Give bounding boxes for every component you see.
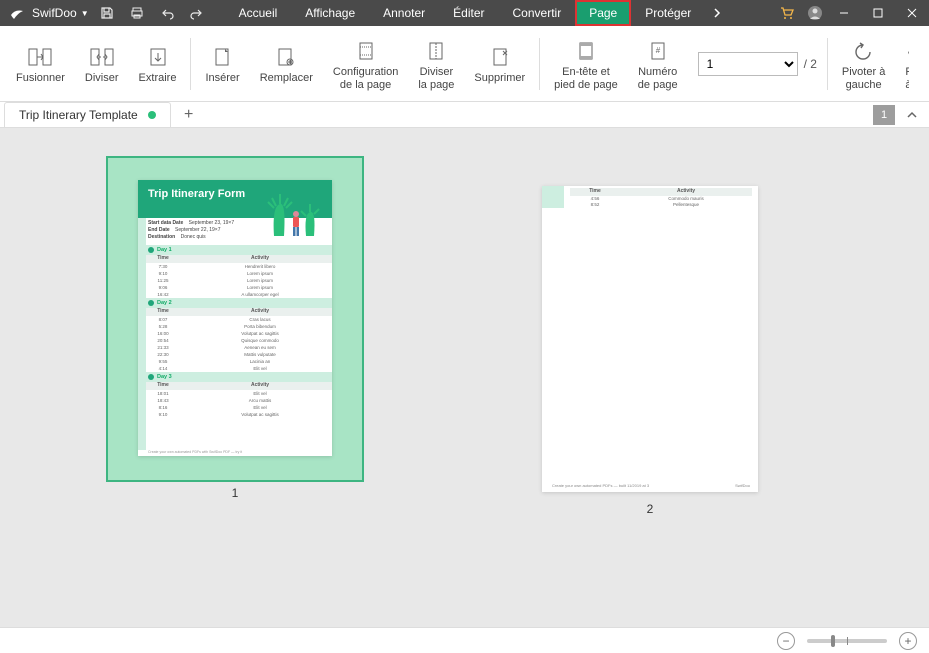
page-thumbnail-1[interactable]: Trip Itinerary Form Start data Date Sept… [106, 156, 364, 500]
collapse-ribbon-icon[interactable] [901, 104, 923, 126]
ribbon-page-setup[interactable]: Configuration de la page [323, 26, 408, 101]
ribbon-label: Diviser la page [418, 66, 454, 91]
redo-icon[interactable] [189, 5, 205, 21]
menu-annoter[interactable]: Annoter [369, 0, 439, 26]
zoom-in-button[interactable]: + [899, 632, 917, 650]
insert-icon [210, 44, 236, 70]
ribbon-label: Supprimer [474, 72, 525, 85]
cart-icon[interactable] [779, 5, 795, 21]
rotate-left-icon [851, 38, 877, 64]
quick-access-toolbar [99, 5, 205, 21]
ribbon-label: Remplacer [260, 72, 313, 85]
menu-page[interactable]: Page [575, 0, 631, 26]
menu-bar: Accueil Affichage Annoter Éditer Convert… [225, 0, 779, 26]
menu-more-chevron-icon[interactable] [705, 0, 729, 26]
ribbon-label: Configuration de la page [333, 66, 398, 91]
page-footer: Create your own automated PDFs — built 1… [552, 483, 649, 488]
app-menu-caret-icon[interactable]: ▼ [81, 9, 89, 18]
document-tab-title: Trip Itinerary Template [19, 108, 138, 122]
ribbon-split-page[interactable]: Diviser la page [408, 26, 464, 101]
menu-proteger[interactable]: Protéger [631, 0, 705, 26]
ribbon-merge[interactable]: Fusionner [6, 26, 75, 101]
save-icon[interactable] [99, 5, 115, 21]
ribbon-label: En-tête et pied de page [554, 66, 618, 91]
ribbon-page-number[interactable]: # Numéro de page [628, 26, 688, 101]
print-icon[interactable] [129, 5, 145, 21]
minimize-button[interactable] [827, 0, 861, 26]
unsaved-dot-icon [148, 111, 156, 119]
page-setup-icon [353, 38, 379, 64]
split-page-icon [423, 38, 449, 64]
status-bar: − + [0, 627, 929, 653]
app-name: SwifDoo [32, 6, 77, 20]
ribbon-extract[interactable]: Extraire [129, 26, 187, 101]
delete-icon [487, 44, 513, 70]
ribbon-delete[interactable]: Supprimer [464, 26, 535, 101]
ribbon-split[interactable]: Diviser [75, 26, 129, 101]
split-icon [89, 44, 115, 70]
page-preview: TimeActivity 4:56Commodo mauris8:52Pelle… [542, 186, 758, 492]
app-logo [8, 4, 26, 22]
replace-icon [273, 44, 299, 70]
ribbon-insert[interactable]: Insérer [195, 26, 249, 101]
extract-icon [145, 44, 171, 70]
page-total-label: / 2 [804, 57, 817, 71]
document-tab-strip: Trip Itinerary Template + 1 [0, 102, 929, 128]
document-tab[interactable]: Trip Itinerary Template [4, 102, 171, 127]
undo-icon[interactable] [159, 5, 175, 21]
title-right-controls [779, 5, 823, 21]
ribbon-label: Fà [905, 66, 909, 91]
page-footer-brand: SwifDoo [735, 483, 750, 488]
ribbon: Fusionner Diviser Extraire Insérer Rempl… [0, 26, 929, 102]
ribbon-label: Diviser [85, 72, 119, 85]
header-footer-icon [573, 38, 599, 64]
zoom-slider[interactable] [807, 639, 887, 643]
page-select-dropdown[interactable]: 1 [698, 52, 798, 76]
close-button[interactable] [895, 0, 929, 26]
page-footer: Create your own automated PDFs with Swif… [148, 450, 322, 454]
ribbon-rotate-left[interactable]: Pivoter à gauche [832, 26, 895, 101]
ribbon-separator [190, 38, 191, 90]
page-thumbnail-2[interactable]: TimeActivity 4:56Commodo mauris8:52Pelle… [538, 182, 762, 516]
page-preview: Trip Itinerary Form Start data Date Sept… [138, 180, 332, 456]
illustration-icon [266, 186, 326, 242]
svg-text:#: # [655, 46, 660, 55]
ribbon-label: Pivoter à gauche [842, 66, 885, 91]
window-controls [827, 0, 929, 26]
ribbon-rotate-right-partial[interactable]: Fà [895, 26, 909, 101]
merge-icon [27, 44, 53, 70]
ribbon-separator [539, 38, 540, 90]
menu-editer[interactable]: Éditer [439, 0, 498, 26]
page-selector: 1 / 2 [698, 52, 817, 76]
menu-affichage[interactable]: Affichage [291, 0, 369, 26]
thumb-number: 2 [538, 502, 762, 516]
thumb-number: 1 [106, 486, 364, 500]
title-bar: SwifDoo ▼ Accueil Affichage Annoter Édit… [0, 0, 929, 26]
rotate-right-icon [905, 38, 909, 64]
ribbon-label: Extraire [139, 72, 177, 85]
ribbon-separator [827, 38, 828, 90]
page-thumbnails-workspace: Trip Itinerary Form Start data Date Sept… [0, 128, 929, 627]
ribbon-label: Fusionner [16, 72, 65, 85]
zoom-out-button[interactable]: − [777, 632, 795, 650]
ribbon-label: Insérer [205, 72, 239, 85]
ribbon-header-footer[interactable]: En-tête et pied de page [544, 26, 628, 101]
ribbon-label: Numéro de page [638, 66, 678, 91]
page-number-icon: # [645, 38, 671, 64]
maximize-button[interactable] [861, 0, 895, 26]
user-icon[interactable] [807, 5, 823, 21]
menu-accueil[interactable]: Accueil [225, 0, 292, 26]
page-indicator-badge: 1 [873, 105, 895, 125]
menu-convertir[interactable]: Convertir [499, 0, 576, 26]
new-tab-button[interactable]: + [177, 103, 201, 127]
ribbon-replace[interactable]: Remplacer [250, 26, 323, 101]
page-title: Trip Itinerary Form [148, 188, 245, 200]
